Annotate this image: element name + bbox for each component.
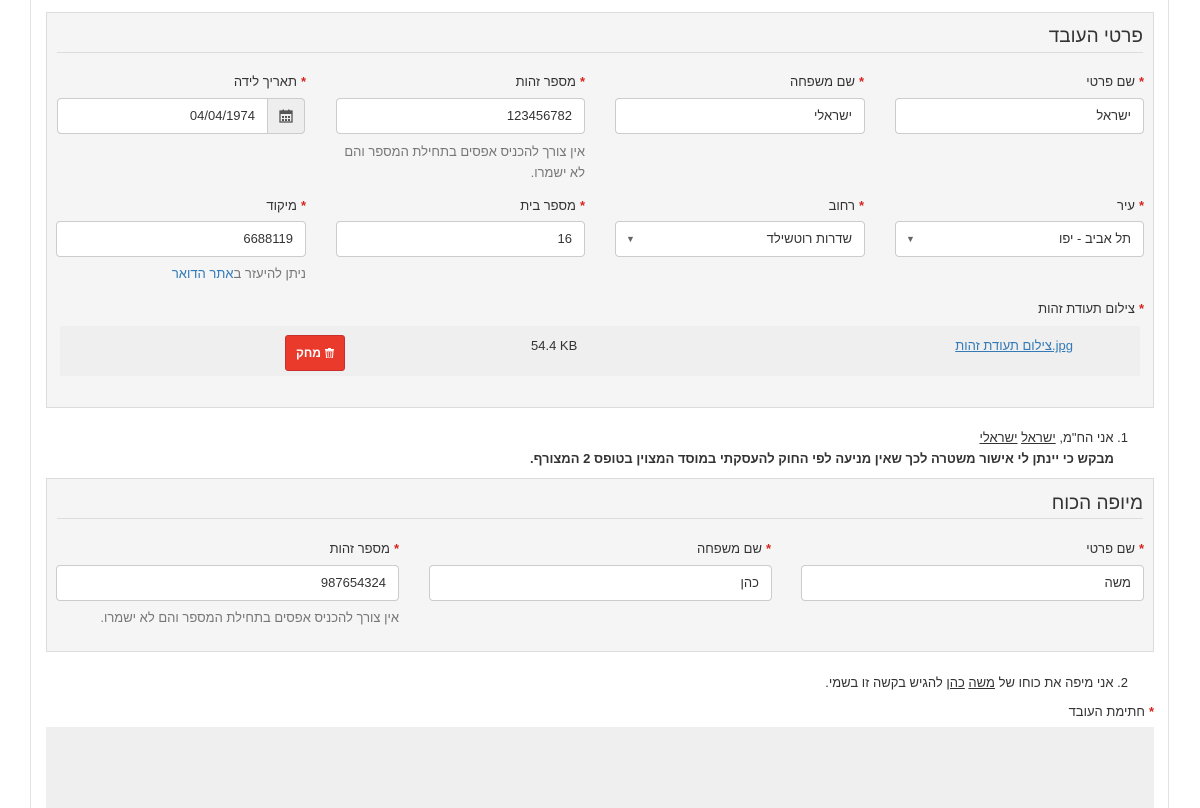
- zip-label: *מיקוד: [266, 198, 306, 213]
- last-name-label: *שם משפחה: [790, 74, 864, 89]
- id-number-help: אין צורך להכניס אפסים בתחילת המספר והם ל…: [344, 144, 585, 180]
- attorney-id-number-label: *מספר זהות: [329, 541, 399, 556]
- attorney-panel-title: מיופה הכוח: [1051, 493, 1143, 514]
- id-photo-file-link[interactable]: צילום תעודת זהות.jpg: [955, 338, 1073, 353]
- signature-pad[interactable]: [46, 727, 1154, 808]
- attorney-last-name-label: *שם משפחה: [697, 541, 771, 556]
- city-label: *עיר: [1117, 198, 1144, 213]
- house-number-input[interactable]: 16: [336, 221, 585, 257]
- street-label: *רחוב: [828, 198, 864, 213]
- attorney-id-number-help: אין צורך להכניס אפסים בתחילת המספר והם ל…: [100, 610, 399, 625]
- attorney-first-name-input[interactable]: משה: [801, 565, 1144, 601]
- attorney-first-name-label: *שם פרטי: [1086, 541, 1144, 556]
- street-select[interactable]: שדרות רוטשילד ▼: [615, 221, 865, 257]
- trash-icon: [324, 348, 334, 358]
- id-number-label: *מספר זהות: [515, 74, 585, 89]
- id-number-input[interactable]: 123456782: [336, 98, 585, 134]
- attorney-last-name-input[interactable]: כהן: [429, 565, 772, 601]
- employee-panel-title: פרטי העובד: [1048, 26, 1143, 47]
- calendar-button[interactable]: [267, 98, 305, 134]
- house-number-label: *מספר בית: [520, 198, 585, 213]
- last-name-input[interactable]: ישראלי: [615, 98, 865, 134]
- calendar-icon: [279, 109, 293, 123]
- birth-date-input[interactable]: 04/04/1974: [57, 98, 268, 134]
- zip-input[interactable]: 6688119: [56, 221, 306, 257]
- city-select[interactable]: תל אביב - יפו ▼: [895, 221, 1144, 257]
- first-name-label: *שם פרטי: [1086, 74, 1144, 89]
- attorney-id-number-input[interactable]: 987654324: [56, 565, 399, 601]
- postal-site-link[interactable]: אתר הדואר: [172, 266, 234, 281]
- first-name-input[interactable]: ישראל: [895, 98, 1144, 134]
- dropdown-caret-icon: ▼: [626, 234, 635, 244]
- birth-date-label: *תאריך לידה: [233, 74, 306, 89]
- delete-file-button[interactable]: מחק: [285, 335, 345, 371]
- divider: [57, 518, 1143, 519]
- zip-help: ניתן להיעזר באתר הדואר: [171, 266, 306, 281]
- divider: [57, 52, 1143, 53]
- statement-1-declaration: מבקש כי יינתן לי אישור משטרה לכך שאין מנ…: [529, 451, 1114, 466]
- dropdown-caret-icon: ▼: [906, 234, 915, 244]
- id-photo-label: *צילום תעודת זהות: [1038, 301, 1144, 316]
- statement-1: 1. אני הח"מ, ישראל ישראלי: [979, 430, 1129, 445]
- statement-2: 2. אני מיפה את כוחו של משה כהן להגיש בקש…: [825, 675, 1128, 690]
- signature-label: *חתימת העובד: [1068, 704, 1154, 719]
- file-size: 54.4 KB: [531, 338, 578, 353]
